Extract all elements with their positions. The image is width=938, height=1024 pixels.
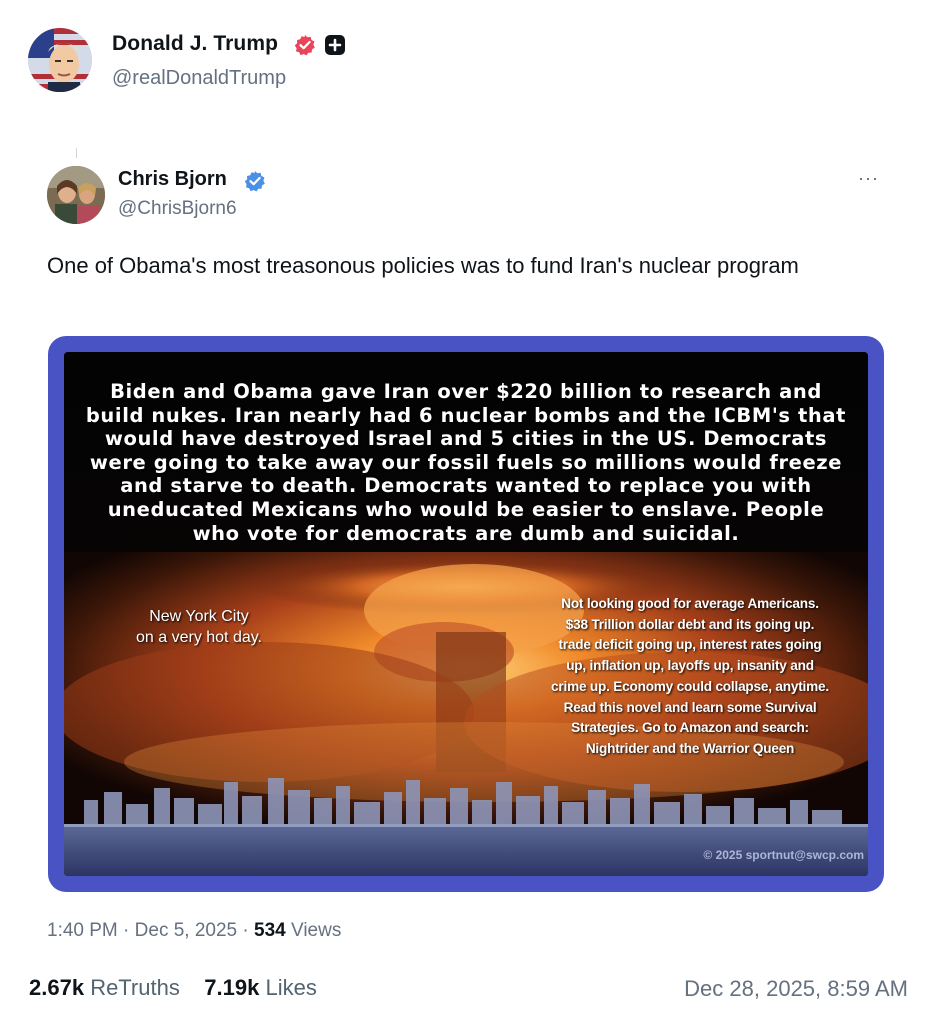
post-meta: 1:40 PM · Dec 5, 2025 · 534 Views: [47, 920, 341, 942]
meme-headline: Biden and Obama gave Iran over $220 bill…: [85, 380, 847, 545]
caption-line: crime up. Economy could collapse, anytim…: [551, 678, 829, 694]
retruths-label: ReTruths: [90, 975, 180, 1000]
likes-count: 7.19k: [204, 975, 260, 1000]
avatar-image: [47, 166, 105, 224]
views-label: Views: [291, 920, 342, 941]
caption-line: New York City: [149, 608, 249, 625]
likes-label: Likes: [265, 975, 317, 1000]
caption-line: on a very hot day.: [136, 629, 262, 646]
thread-line: [76, 148, 77, 158]
post-image[interactable]: Biden and Obama gave Iran over $220 bill…: [48, 336, 884, 892]
plus-square-icon: [324, 34, 346, 56]
quoted-author-name[interactable]: Chris Bjorn: [118, 168, 227, 191]
post-date: Dec 5, 2025: [134, 920, 238, 941]
separator: ·: [242, 920, 249, 941]
caption-line: up, inflation up, layoffs up, insanity a…: [566, 658, 814, 674]
retruths-count: 2.67k: [29, 975, 85, 1000]
meme-left-caption: New York City on a very hot day.: [104, 606, 294, 648]
separator: ·: [123, 920, 130, 941]
caption-line: Read this novel and learn some Survival: [563, 699, 817, 715]
more-options-icon[interactable]: ···: [858, 168, 879, 189]
views-count: 534: [254, 920, 286, 941]
share-date: Dec 28, 2025, 8:59 AM: [684, 976, 908, 1001]
likes-link[interactable]: 7.19k Likes: [204, 975, 317, 1000]
post-time: 1:40 PM: [47, 920, 118, 941]
author-name[interactable]: Donald J. Trump: [112, 32, 278, 56]
caption-line: Strategies. Go to Amazon and search:: [571, 720, 809, 736]
author-handle[interactable]: @realDonaldTrump: [112, 67, 286, 90]
avatar-image: [28, 28, 92, 92]
quoted-avatar[interactable]: [47, 166, 105, 224]
quoted-author-handle[interactable]: @ChrisBjorn6: [118, 198, 237, 220]
author-avatar[interactable]: [28, 28, 92, 92]
verified-badge-icon: [294, 34, 316, 56]
verified-badge-icon: [244, 170, 266, 192]
caption-line: trade deficit going up, interest rates g…: [558, 637, 822, 653]
meme-right-caption: Not looking good for average Americans. …: [516, 594, 864, 760]
meme-copyright: © 2025 sportnut@swcp.com: [703, 848, 864, 862]
caption-line: Nightrider and the Warrior Queen: [585, 740, 795, 756]
meme-image: Biden and Obama gave Iran over $220 bill…: [64, 352, 868, 876]
caption-line: Not looking good for average Americans.: [561, 596, 819, 611]
retruths-link[interactable]: 2.67k ReTruths: [29, 975, 180, 1000]
post-text: One of Obama's most treasonous policies …: [47, 253, 799, 278]
caption-line: $38 Trillion dollar debt and its going u…: [565, 616, 815, 632]
engagement-stats: 2.67k ReTruths 7.19k Likes: [29, 975, 317, 1001]
